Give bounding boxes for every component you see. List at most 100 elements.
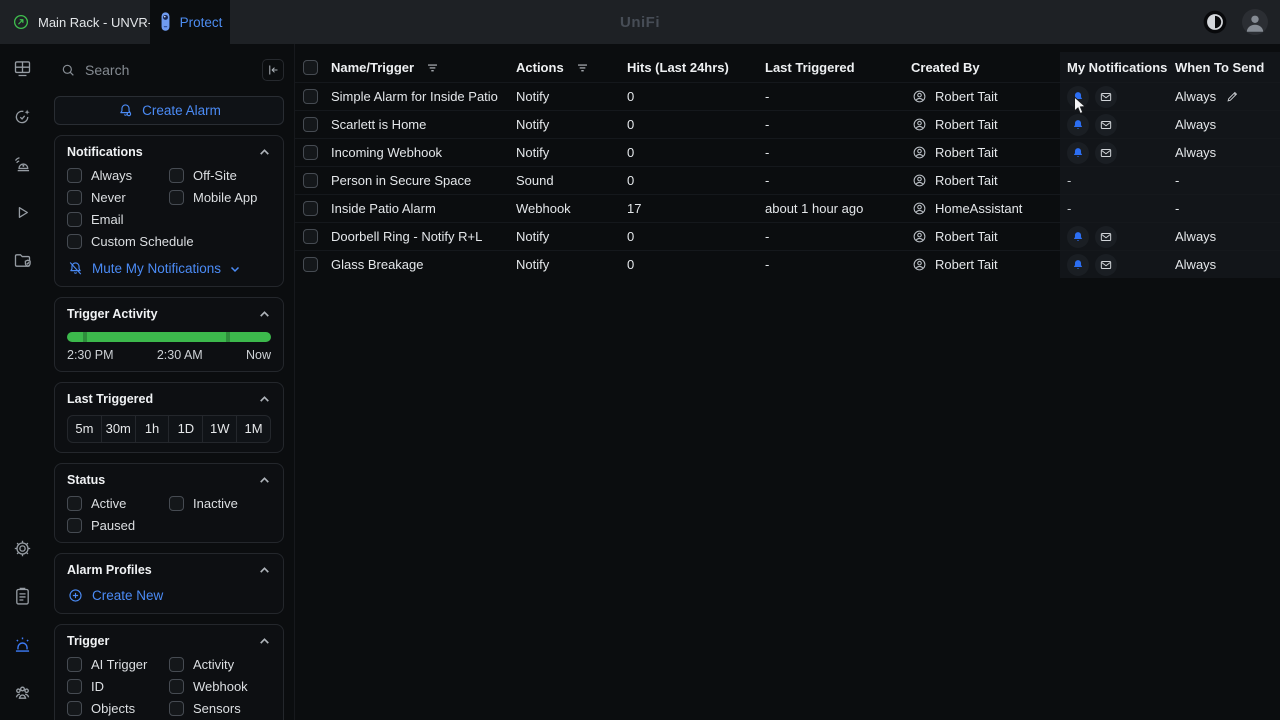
checkbox[interactable] [67, 518, 82, 533]
row-checkbox[interactable] [303, 173, 318, 188]
filter-sensors[interactable]: Sensors [169, 701, 271, 716]
filter-email[interactable]: Email [67, 212, 169, 227]
filter-lines-icon[interactable] [426, 61, 439, 74]
range-1m[interactable]: 1M [236, 416, 270, 442]
tab-protect[interactable]: Protect [150, 0, 230, 44]
range-1d[interactable]: 1D [168, 416, 202, 442]
range-1w[interactable]: 1W [202, 416, 236, 442]
checkbox[interactable] [67, 234, 82, 249]
checkbox[interactable] [67, 679, 82, 694]
filter-ai-trigger[interactable]: AI Trigger [67, 657, 169, 672]
col-created-by[interactable]: Created By [911, 60, 1060, 75]
checkbox[interactable] [169, 190, 184, 205]
filter-never[interactable]: Never [67, 190, 169, 205]
notification-bell-button[interactable] [1067, 226, 1089, 248]
select-all-checkbox[interactable] [303, 60, 318, 75]
filter-paused[interactable]: Paused [67, 518, 169, 533]
chevron-up-icon[interactable] [258, 474, 271, 487]
row-checkbox[interactable] [303, 257, 318, 272]
table-row[interactable]: Person in Secure Space Sound 0 - Robert … [295, 166, 1280, 194]
filter-lines-icon[interactable] [576, 61, 589, 74]
checkbox[interactable] [67, 657, 82, 672]
filter-mobile-app[interactable]: Mobile App [169, 190, 271, 205]
filter-objects[interactable]: Objects [67, 701, 169, 716]
edit-pencil-icon[interactable] [1225, 89, 1240, 104]
trigger-activity-bar[interactable] [67, 332, 271, 342]
chevron-up-icon[interactable] [258, 308, 271, 321]
checkbox[interactable] [67, 701, 82, 716]
nav-archive[interactable] [8, 246, 36, 274]
notification-email-button[interactable] [1095, 114, 1117, 136]
play-icon [12, 202, 33, 223]
notification-email-button[interactable] [1095, 254, 1117, 276]
user-avatar[interactable] [1242, 9, 1268, 35]
filter-inactive[interactable]: Inactive [169, 496, 271, 511]
filter-id[interactable]: ID [67, 679, 169, 694]
range-30m[interactable]: 30m [101, 416, 135, 442]
create-new-profile-button[interactable]: Create New [67, 587, 271, 604]
nav-dashboard[interactable] [8, 54, 36, 82]
col-when-to-send[interactable]: When To Send [1167, 60, 1280, 75]
checkbox[interactable] [169, 679, 184, 694]
col-name-trigger[interactable]: Name/Trigger [331, 60, 516, 75]
row-checkbox[interactable] [303, 229, 318, 244]
nav-settings[interactable] [8, 534, 36, 562]
notification-bell-button[interactable] [1067, 86, 1089, 108]
filter-webhook[interactable]: Webhook [169, 679, 271, 694]
nav-ai-search[interactable] [8, 102, 36, 130]
chevron-up-icon[interactable] [258, 393, 271, 406]
row-checkbox[interactable] [303, 89, 318, 104]
filter-off-site[interactable]: Off-Site [169, 168, 271, 183]
nav-cameras[interactable] [8, 150, 36, 178]
table-row[interactable]: Incoming Webhook Notify 0 - Robert Tait [295, 138, 1280, 166]
alarm-hits: 0 [627, 117, 765, 132]
notification-bell-button[interactable] [1067, 254, 1089, 276]
search-input[interactable]: Search [54, 62, 262, 78]
col-actions[interactable]: Actions [516, 60, 627, 75]
notification-bell-button[interactable] [1067, 142, 1089, 164]
collapse-panel-button[interactable] [262, 59, 284, 81]
col-last-triggered[interactable]: Last Triggered [765, 60, 911, 75]
nav-users[interactable] [8, 678, 36, 706]
nav-logs[interactable] [8, 582, 36, 610]
table-row[interactable]: Simple Alarm for Inside Patio Notify 0 -… [295, 82, 1280, 110]
checkbox[interactable] [67, 168, 82, 183]
table-row[interactable]: Doorbell Ring - Notify R+L Notify 0 - Ro… [295, 222, 1280, 250]
checkbox[interactable] [169, 701, 184, 716]
table-row[interactable]: Scarlett is Home Notify 0 - Robert Tait [295, 110, 1280, 138]
nav-alarm-manager[interactable] [8, 630, 36, 658]
chevron-up-icon[interactable] [258, 635, 271, 648]
col-my-notifications[interactable]: My Notifications [1060, 60, 1167, 75]
checkbox[interactable] [67, 190, 82, 205]
alarm-hits: 17 [627, 201, 765, 216]
checkbox[interactable] [169, 657, 184, 672]
create-alarm-button[interactable]: Create Alarm [54, 96, 284, 125]
checkbox[interactable] [169, 168, 184, 183]
table-row[interactable]: Inside Patio Alarm Webhook 17 about 1 ho… [295, 194, 1280, 222]
filter-active[interactable]: Active [67, 496, 169, 511]
row-checkbox[interactable] [303, 201, 318, 216]
notification-email-button[interactable] [1095, 86, 1117, 108]
user-circle-icon [911, 200, 928, 217]
range-1h[interactable]: 1h [135, 416, 169, 442]
checkbox[interactable] [169, 496, 184, 511]
filter-always[interactable]: Always [67, 168, 169, 183]
range-5m[interactable]: 5m [68, 416, 101, 442]
chevron-up-icon[interactable] [258, 146, 271, 159]
table-row[interactable]: Glass Breakage Notify 0 - Robert Tait [295, 250, 1280, 278]
nav-playback[interactable] [8, 198, 36, 226]
mute-my-notifications[interactable]: Mute My Notifications [67, 260, 271, 277]
checkbox[interactable] [67, 496, 82, 511]
row-checkbox[interactable] [303, 145, 318, 160]
notification-bell-button[interactable] [1067, 114, 1089, 136]
console-switcher[interactable]: Main Rack - UNVR-Pro [12, 0, 172, 44]
filter-custom-schedule[interactable]: Custom Schedule [67, 234, 271, 249]
checkbox[interactable] [67, 212, 82, 227]
notification-email-button[interactable] [1095, 226, 1117, 248]
notification-email-button[interactable] [1095, 142, 1117, 164]
col-hits[interactable]: Hits (Last 24hrs) [627, 60, 765, 75]
chevron-up-icon[interactable] [258, 564, 271, 577]
theme-toggle-icon[interactable] [1202, 9, 1228, 35]
row-checkbox[interactable] [303, 117, 318, 132]
filter-activity[interactable]: Activity [169, 657, 271, 672]
